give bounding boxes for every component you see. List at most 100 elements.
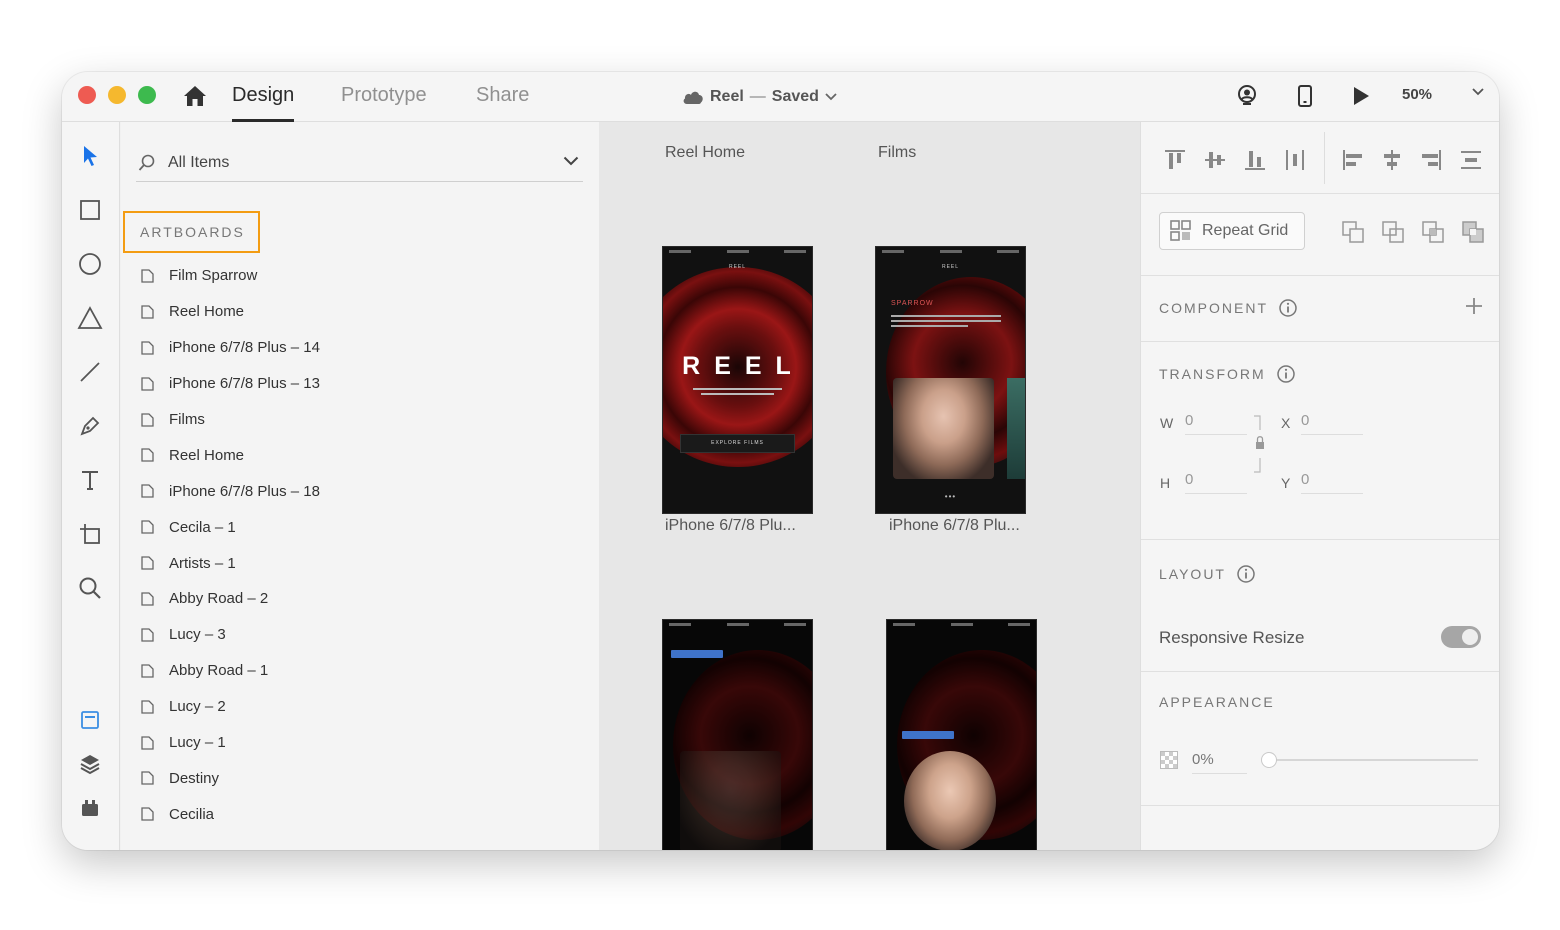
app-window: Design Prototype Share Reel — Saved 50% … [62,72,1499,850]
artboard-icon [141,592,154,606]
tab-prototype[interactable]: Prototype [341,72,427,122]
align-top-icon[interactable] [1163,148,1187,172]
line-tool-icon[interactable] [76,358,104,386]
app-logo: REEL [941,264,960,270]
artboard-reel-home[interactable]: REEL REEL EXPLORE FILMS [662,246,813,514]
artboard-title-iphone-b[interactable]: iPhone 6/7/8 Plu... [889,517,1020,535]
design-canvas[interactable]: Reel Home Films iPhone 6/7/8 Plu... iPho… [599,122,1140,850]
repeat-grid-label: Repeat Grid [1202,222,1289,239]
document-title[interactable]: Reel — Saved [682,85,837,109]
info-icon[interactable] [1236,564,1256,584]
distribute-vertical-icon[interactable] [1459,148,1483,172]
lock-aspect-icon[interactable] [1252,414,1268,476]
artboard-icon [141,341,154,355]
polygon-tool-icon[interactable] [76,304,104,332]
save-status: Saved [771,88,819,105]
zoom-chevron-icon[interactable] [1472,88,1484,96]
rectangle-tool-icon[interactable] [76,196,104,224]
tab-share[interactable]: Share [476,72,529,122]
list-item[interactable]: Lucy – 2 [141,689,561,725]
artboard-iphone-b[interactable]: ••• [886,619,1037,850]
opacity-slider-thumb[interactable] [1261,752,1277,768]
maximize-window-button[interactable] [138,86,156,104]
status-bar [882,250,1019,254]
status-bar [893,623,1030,627]
add-shape-icon[interactable] [1341,220,1365,244]
subtract-shape-icon[interactable] [1381,220,1405,244]
select-tool-icon[interactable] [76,142,104,170]
list-item[interactable]: Cecilia [141,796,561,832]
plugins-icon[interactable] [76,794,104,822]
repeat-grid-button[interactable]: Repeat Grid [1159,212,1305,250]
close-window-button[interactable] [78,86,96,104]
exclude-shape-icon[interactable] [1461,220,1485,244]
zoom-tool-icon[interactable] [76,574,104,602]
share-user-icon[interactable] [1235,84,1259,108]
list-item[interactable]: Destiny [141,760,561,796]
layers-icon[interactable] [76,750,104,778]
responsive-resize-toggle[interactable] [1441,626,1481,648]
opacity-field[interactable]: 0% [1192,751,1247,774]
list-item[interactable]: iPhone 6/7/8 Plus – 18 [141,473,561,509]
property-inspector: Repeat Grid COMPONENT TRANSFORM W 0 H 0 [1140,122,1499,850]
list-item[interactable]: Films [141,402,561,438]
list-item[interactable]: Lucy – 3 [141,617,561,653]
info-icon[interactable] [1278,298,1298,318]
list-item[interactable]: iPhone 6/7/8 Plus – 13 [141,366,561,402]
artboard-icon [141,520,154,534]
list-item[interactable]: Cecila – 1 [141,509,561,545]
explore-films-button: EXPLORE FILMS [680,434,795,453]
document-name: Reel [710,88,744,105]
list-item[interactable]: Abby Road – 2 [141,581,561,617]
add-component-icon[interactable] [1465,297,1483,315]
artboard-iphone-a[interactable]: ••• [662,619,813,850]
x-field[interactable]: 0 [1301,412,1363,435]
align-center-icon[interactable] [1380,148,1404,172]
document-assets-icon[interactable] [76,706,104,734]
pen-tool-icon[interactable] [76,412,104,440]
home-icon[interactable] [182,83,208,109]
tab-design[interactable]: Design [232,72,295,122]
repeat-grid-row: Repeat Grid [1141,194,1499,276]
list-item[interactable]: Lucy – 1 [141,725,561,761]
reel-headline: REEL [682,352,805,380]
artboard-tool-icon[interactable] [76,520,104,548]
intersect-shape-icon[interactable] [1421,220,1445,244]
opacity-slider-track[interactable] [1268,759,1478,761]
y-field[interactable]: 0 [1301,471,1363,494]
info-icon[interactable] [1276,364,1296,384]
list-item[interactable]: Artists – 1 [141,545,561,581]
align-left-icon[interactable] [1341,148,1365,172]
minimize-window-button[interactable] [108,86,126,104]
align-middle-icon[interactable] [1203,148,1227,172]
zoom-level[interactable]: 50% [1402,86,1432,103]
align-right-icon[interactable] [1419,148,1443,172]
list-item[interactable]: Reel Home [141,294,561,330]
artboard-icon [141,771,154,786]
device-preview-icon[interactable] [1295,84,1315,108]
text-tool-icon[interactable] [76,466,104,494]
align-bottom-icon[interactable] [1243,148,1267,172]
play-icon[interactable] [1352,86,1370,106]
pager-dots: ••• [944,492,957,501]
opacity-checker-icon [1160,751,1178,769]
ellipse-tool-icon[interactable] [76,250,104,278]
width-field[interactable]: 0 [1185,412,1247,435]
layers-filter[interactable]: All Items [136,146,583,182]
artboard-icon [141,412,154,427]
artboard-title-iphone-a[interactable]: iPhone 6/7/8 Plu... [665,517,796,535]
list-item[interactable]: Abby Road – 1 [141,653,561,689]
artboard-icon [141,269,154,283]
list-item[interactable]: Film Sparrow [141,258,561,294]
artboard-icon [141,448,154,463]
chevron-down-icon[interactable] [563,156,579,166]
list-item[interactable]: Reel Home [141,437,561,473]
artboard-icon [141,735,154,750]
artboard-title-films[interactable]: Films [878,144,916,162]
distribute-horizontal-icon[interactable] [1283,148,1307,172]
height-label: H [1160,475,1171,491]
height-field[interactable]: 0 [1185,471,1247,494]
artboard-title-reel-home[interactable]: Reel Home [665,144,745,162]
list-item[interactable]: iPhone 6/7/8 Plus – 14 [141,330,561,366]
artboard-films[interactable]: REEL SPARROW ••• [875,246,1026,514]
